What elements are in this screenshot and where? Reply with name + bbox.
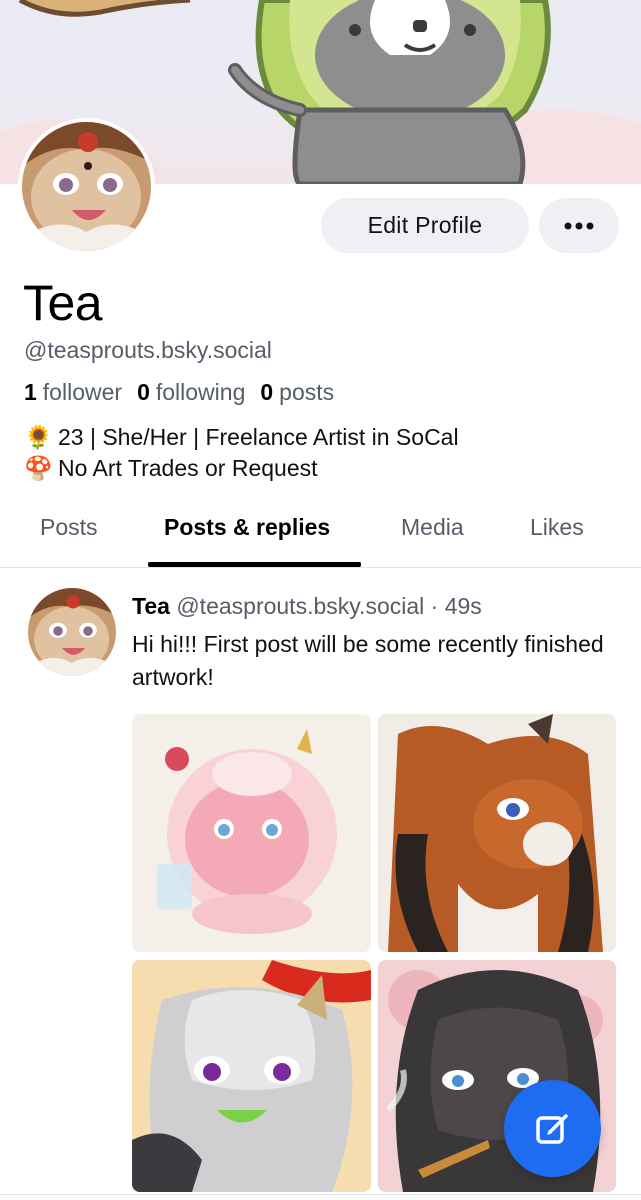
posts-stat: 0 posts [260, 379, 334, 406]
posts-label: posts [279, 379, 335, 405]
artwork-image [132, 714, 371, 952]
following-stat[interactable]: 0 following [137, 379, 245, 406]
followers-label: follower [42, 379, 123, 405]
posts-count: 0 [260, 379, 274, 405]
following-count: 0 [137, 379, 150, 405]
profile-tabs: Posts Posts & replies Media Likes [0, 500, 641, 568]
ellipsis-icon [564, 222, 594, 229]
post-image[interactable] [132, 714, 371, 952]
tab-posts[interactable]: Posts [40, 514, 98, 541]
profile-avatar[interactable] [18, 118, 155, 255]
avatar-image [22, 122, 151, 251]
tab-media[interactable]: Media [401, 514, 464, 541]
profile-handle: @teasprouts.bsky.social [24, 337, 272, 363]
artwork-image [378, 714, 616, 952]
avatar-image [28, 588, 116, 676]
post-author-avatar[interactable] [28, 588, 116, 676]
followers-count: 1 [24, 379, 37, 405]
post-author-handle[interactable]: @teasprouts.bsky.social [176, 593, 424, 619]
post-separator: · [430, 593, 439, 619]
post-body: Hi hi!!! First post will be some recentl… [132, 631, 604, 690]
following-label: following [155, 379, 246, 405]
post-author-name[interactable]: Tea [132, 593, 170, 619]
sunflower-icon: 🌻 [24, 424, 53, 450]
tab-posts-and-replies[interactable]: Posts & replies [164, 514, 330, 541]
followers-stat[interactable]: 1 follower [24, 379, 122, 406]
bio-text: No Art Trades or Request [58, 455, 318, 481]
tab-likes[interactable]: Likes [530, 514, 584, 541]
artwork-image [132, 960, 371, 1192]
post-image[interactable] [132, 960, 371, 1192]
post-timestamp[interactable]: 49s [445, 593, 482, 619]
bio-line: 🌻 23 | She/Her | Freelance Artist in SoC… [24, 422, 459, 453]
compose-post-button[interactable] [504, 1080, 601, 1177]
display-name: Tea [23, 275, 103, 331]
post-header: Tea @teasprouts.bsky.social · 49s [132, 593, 482, 620]
bio-line: 🍄 No Art Trades or Request [24, 453, 459, 484]
compose-icon [535, 1113, 568, 1144]
divider [0, 1194, 641, 1195]
mushroom-icon: 🍄 [24, 455, 53, 481]
edit-profile-button[interactable]: Edit Profile [321, 198, 529, 253]
profile-stats: 1 follower 0 following 0 posts [24, 379, 334, 406]
profile-bio: 🌻 23 | She/Her | Freelance Artist in SoC… [24, 422, 459, 484]
post-image[interactable] [378, 714, 616, 952]
more-options-button[interactable] [539, 198, 619, 253]
active-tab-indicator [148, 562, 361, 567]
bio-text: 23 | She/Her | Freelance Artist in SoCal [58, 424, 459, 450]
